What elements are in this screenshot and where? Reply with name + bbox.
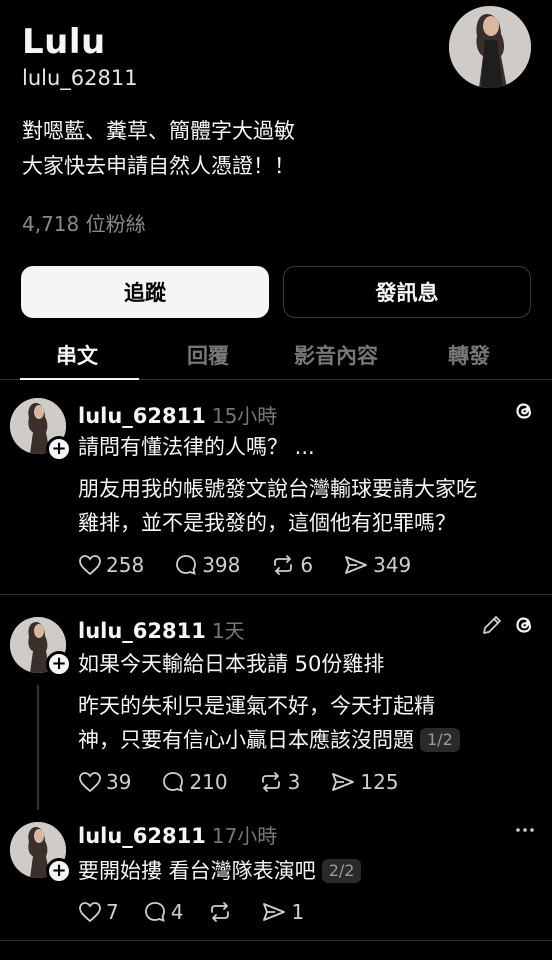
post-body: 請問有懂法律的人嗎？ ... 朋友用我的帳號發文說台灣輸球要請大家吃 雞排，並不… xyxy=(78,430,477,540)
post-time: 15小時 xyxy=(211,404,278,428)
follow-plus-icon[interactable]: + xyxy=(46,436,72,462)
pencil-icon[interactable] xyxy=(480,613,504,641)
post-text-content: 神，只要有信心小贏日本應該沒問題 xyxy=(78,728,414,752)
like-button[interactable]: 258 xyxy=(78,553,144,577)
repost-count: 3 xyxy=(287,770,301,794)
like-button[interactable]: 7 xyxy=(78,900,119,924)
heart-icon xyxy=(79,902,101,923)
repost-button[interactable] xyxy=(207,901,237,923)
post-item[interactable]: + lulu_62811 15小時 請問有懂法律的人嗎？ ... 朋友用我的帳號發… xyxy=(0,380,552,594)
post-time: 17小時 xyxy=(211,824,278,848)
repost-count: 6 xyxy=(300,553,314,577)
share-count: 349 xyxy=(373,553,412,577)
message-button[interactable]: 發訊息 xyxy=(283,266,531,318)
tab-reposts[interactable]: 轉發 xyxy=(448,340,490,370)
comment-button[interactable]: 398 xyxy=(174,553,240,577)
post-body: 要開始摟 看台灣隊表演吧 2/2 xyxy=(78,854,362,888)
username-text[interactable]: lulu_62811 xyxy=(78,404,206,428)
post-username[interactable]: lulu_62811 17小時 xyxy=(78,820,277,849)
share-button[interactable]: 349 xyxy=(343,553,411,577)
profile-handle: lulu_62811 xyxy=(22,66,138,90)
username-text[interactable]: lulu_62811 xyxy=(78,824,206,848)
comment-icon xyxy=(144,902,165,922)
repost-button[interactable]: 6 xyxy=(270,553,313,577)
post-text-line: 要開始摟 看台灣隊表演吧 2/2 xyxy=(78,854,362,888)
comment-button[interactable]: 210 xyxy=(161,770,228,794)
tab-threads[interactable]: 串文 xyxy=(56,340,98,370)
threads-logo-icon[interactable] xyxy=(511,612,537,642)
threads-logo-icon[interactable] xyxy=(511,398,537,428)
send-icon xyxy=(263,903,286,921)
post-text-line: 如果今天輸給日本我請 50份雞排 xyxy=(78,652,385,676)
comment-count: 210 xyxy=(189,770,228,794)
comment-icon xyxy=(176,555,197,575)
post-body: 如果今天輸給日本我請 50份雞排 昨天的失利只是運氣不好，今天打起精 神，只要有… xyxy=(78,647,460,757)
comment-button[interactable]: 4 xyxy=(143,900,184,924)
post-text-line: 昨天的失利只是運氣不好，今天打起精 xyxy=(78,694,435,718)
post-username[interactable]: lulu_62811 1天 xyxy=(78,615,245,644)
like-count: 258 xyxy=(106,553,145,577)
comment-icon xyxy=(163,772,184,792)
repost-icon xyxy=(211,902,230,922)
post-actions: 258 398 6 349 xyxy=(78,553,441,577)
send-icon xyxy=(332,773,355,791)
repost-icon xyxy=(261,772,280,792)
post-item[interactable]: + lulu_62811 1天 如果今天輸給日本我請 50份雞排 昨天的失利只是運… xyxy=(0,595,552,810)
heart-icon xyxy=(79,772,101,793)
profile-name: Lulu xyxy=(22,22,106,62)
post-text-line: 神，只要有信心小贏日本應該沒問題 1/2 xyxy=(78,723,460,757)
post-text-line: 朋友用我的帳號發文說台灣輸球要請大家吃 xyxy=(78,477,477,501)
bio-line: 對嗯藍、糞草、簡體字大過敏 xyxy=(22,119,295,143)
share-count: 1 xyxy=(291,900,305,924)
tab-media[interactable]: 影音內容 xyxy=(294,340,378,370)
post-text-line: 雞排，並不是我發的，這個他有犯罪嗎？ xyxy=(78,511,456,535)
post-actions: 39 210 3 125 xyxy=(78,770,429,794)
follow-plus-icon[interactable]: + xyxy=(46,651,72,677)
send-icon xyxy=(345,556,368,574)
profile-bio: 對嗯藍、糞草、簡體字大過敏 大家快去申請自然人憑證！！ xyxy=(22,114,295,184)
post-actions: 7 4 1 xyxy=(78,900,334,924)
follow-button[interactable]: 追蹤 xyxy=(21,266,269,318)
divider xyxy=(0,940,552,941)
like-button[interactable]: 39 xyxy=(78,770,131,794)
profile-avatar[interactable] xyxy=(449,6,531,88)
page-badge: 2/2 xyxy=(321,859,362,883)
like-count: 39 xyxy=(106,770,132,794)
comment-count: 398 xyxy=(202,553,241,577)
more-dots-icon[interactable] xyxy=(513,818,537,846)
follow-plus-icon[interactable]: + xyxy=(46,858,72,884)
share-count: 125 xyxy=(360,770,399,794)
page-badge: 1/2 xyxy=(420,728,460,752)
username-text[interactable]: lulu_62811 xyxy=(78,619,206,643)
repost-button[interactable]: 3 xyxy=(258,770,301,794)
post-item[interactable]: + lulu_62811 17小時 要開始摟 看台灣隊表演吧 2/2 7 4 1 xyxy=(0,810,552,940)
comment-count: 4 xyxy=(170,900,184,924)
post-text-line: 請問有懂法律的人嗎？ ... xyxy=(78,435,315,459)
heart-icon xyxy=(79,555,101,576)
share-button[interactable]: 1 xyxy=(261,900,304,924)
post-username[interactable]: lulu_62811 15小時 xyxy=(78,400,277,429)
post-text-content: 要開始摟 看台灣隊表演吧 xyxy=(78,859,316,883)
followers-count[interactable]: 4,718 位粉絲 xyxy=(22,208,146,237)
repost-icon xyxy=(274,555,293,575)
profile-tabs: 串文 回覆 影音內容 轉發 xyxy=(0,334,552,380)
post-time: 1天 xyxy=(211,619,245,643)
bio-line: 大家快去申請自然人憑證！！ xyxy=(22,154,295,178)
thread-connector xyxy=(37,685,39,810)
like-count: 7 xyxy=(106,900,119,924)
tab-replies[interactable]: 回覆 xyxy=(187,340,229,370)
share-button[interactable]: 125 xyxy=(330,770,399,794)
